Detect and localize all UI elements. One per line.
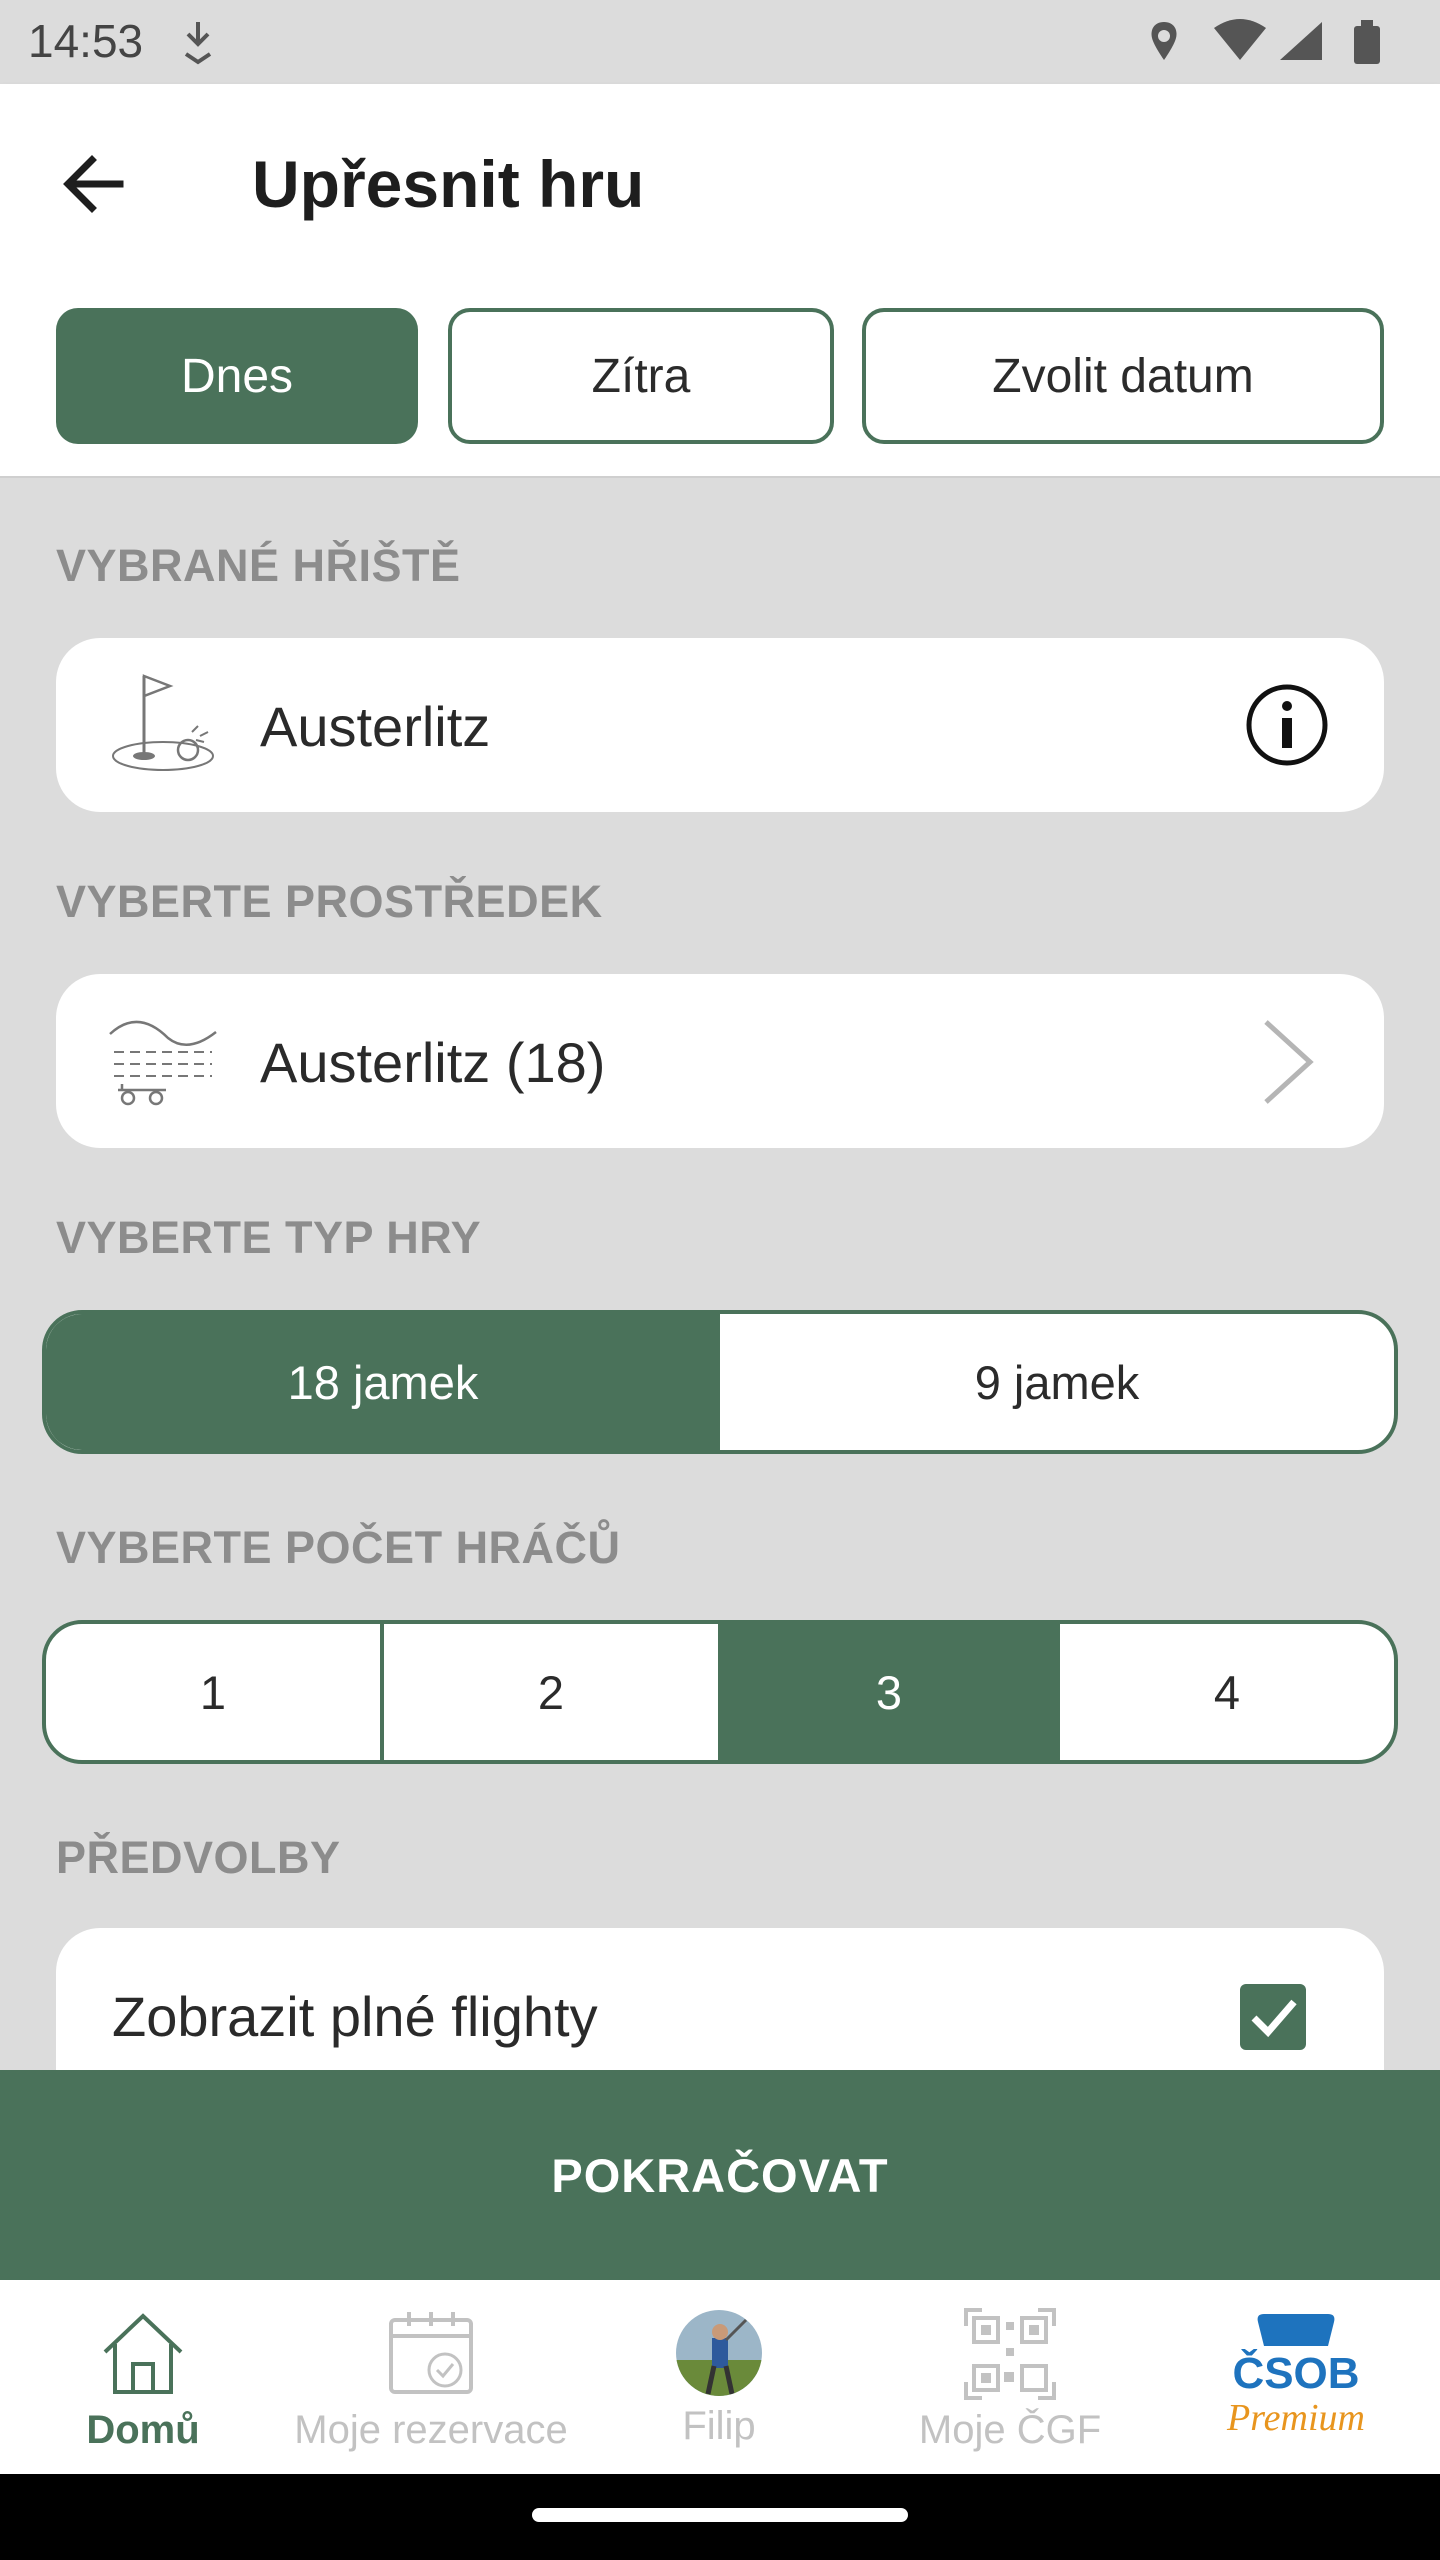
status-bar: 14:53 [0,0,1440,84]
qr-code-icon [964,2308,1056,2400]
csob-logo-text: ČSOB [1232,2347,1359,2398]
players-option-4[interactable]: 4 [1056,1624,1394,1760]
csob-premium-logo: ČSOB Premium [1226,2314,1365,2439]
wifi-icon [1214,19,1266,60]
app-bar: Upřesnit hru [0,84,1440,280]
course-section-label: VYBRANÉ HŘIŠTĚ [56,540,461,591]
date-today-button[interactable]: Dnes [56,308,418,444]
avatar [676,2310,762,2396]
arrow-left-icon[interactable] [56,146,132,222]
nav-label-home: Domů [86,2408,200,2452]
nav-label-my-cgf: Moje ČGF [918,2408,1102,2452]
continue-button[interactable]: POKRAČOVAT [0,2070,1440,2280]
status-time: 14:53 [28,15,144,67]
nav-label-reservations: Moje rezervace [294,2408,568,2452]
game-type-9-holes[interactable]: 9 jamek [720,1314,1394,1450]
download-icon [184,22,212,65]
game-type-section-label: VYBERTE TYP HRY [56,1212,482,1263]
pref-full-flights-label: Zobrazit plné flighty [112,1985,598,2048]
game-type-selector: 18 jamek 9 jamek [42,1310,1398,1454]
course-card: Austerlitz [56,638,1384,812]
players-section-label: VYBERTE POČET HRÁČŮ [56,1522,621,1573]
course-name: Austerlitz [260,695,491,758]
players-option-3[interactable]: 3 [718,1624,1056,1760]
home-gesture-handle[interactable] [532,2508,908,2522]
nav-item-home[interactable]: Domů [40,2280,246,2474]
info-icon[interactable] [1244,682,1330,768]
chevron-right-icon [1264,1020,1314,1104]
golf-flag-hole-icon [112,674,214,771]
checkbox-checked-icon[interactable] [1240,1984,1306,2050]
players-selector: 1 2 3 4 [42,1620,1398,1764]
page-title: Upřesnit hru [252,147,645,221]
golf-course-icon [109,1020,217,1106]
bottom-navigation: Domů Moje rezervace Filip Moje ČGF ČSOB … [0,2280,1440,2474]
date-pick-button[interactable]: Zvolit datum [862,308,1384,444]
nav-item-my-cgf[interactable]: Moje ČGF [890,2280,1130,2474]
status-icons [1151,19,1380,64]
home-icon [103,2313,183,2394]
battery-icon [1354,20,1380,64]
signal-icon [1280,22,1322,60]
location-icon [1151,22,1177,60]
preferences-section-label: PŘEDVOLBY [56,1832,341,1883]
nav-item-profile[interactable]: Filip [618,2280,820,2474]
nav-label-profile: Filip [682,2404,756,2448]
nav-item-csob-premium[interactable]: ČSOB Premium [1196,2280,1396,2474]
system-navigation-bar [0,2474,1440,2560]
resource-card[interactable]: Austerlitz (18) [56,974,1384,1148]
resource-section-label: VYBERTE PROSTŘEDEK [56,876,603,927]
players-option-2[interactable]: 2 [380,1624,718,1760]
nav-item-reservations[interactable]: Moje rezervace [276,2280,586,2474]
date-tomorrow-button[interactable]: Zítra [448,308,834,444]
game-type-18-holes[interactable]: 18 jamek [46,1314,720,1450]
resource-name: Austerlitz (18) [260,1031,606,1094]
calendar-check-icon [389,2312,473,2394]
date-selector: Dnes Zítra Zvolit datum [0,280,1440,478]
players-option-1[interactable]: 1 [46,1624,380,1760]
csob-logo-script: Premium [1226,2397,1365,2439]
